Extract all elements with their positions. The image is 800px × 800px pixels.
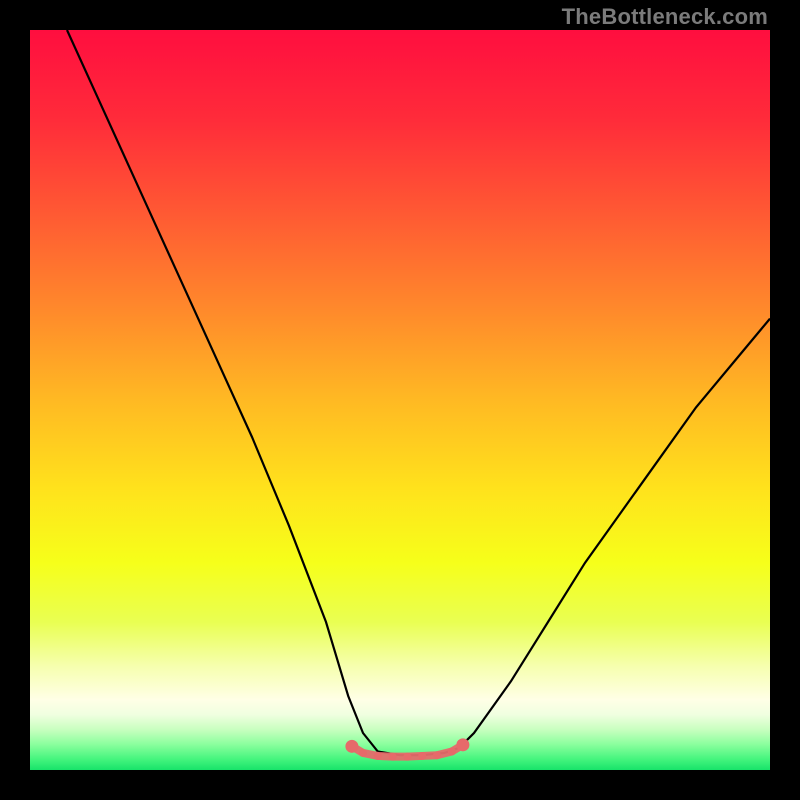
watermark-text: TheBottleneck.com: [562, 4, 768, 30]
curve-layer: [30, 30, 770, 770]
bottom-dot: [433, 751, 441, 759]
bottom-dot: [403, 753, 411, 761]
bottom-dot: [359, 749, 367, 757]
bottom-dot: [418, 752, 426, 760]
bottleneck-curve: [67, 30, 770, 755]
chart-frame: TheBottleneck.com: [0, 0, 800, 800]
bottom-dot: [448, 748, 456, 756]
bottom-dot: [456, 738, 469, 751]
bottom-dot: [374, 752, 382, 760]
plot-area: [30, 30, 770, 770]
bottom-dot: [345, 740, 358, 753]
bottom-dots-group: [345, 738, 469, 760]
bottom-dot: [389, 753, 397, 761]
